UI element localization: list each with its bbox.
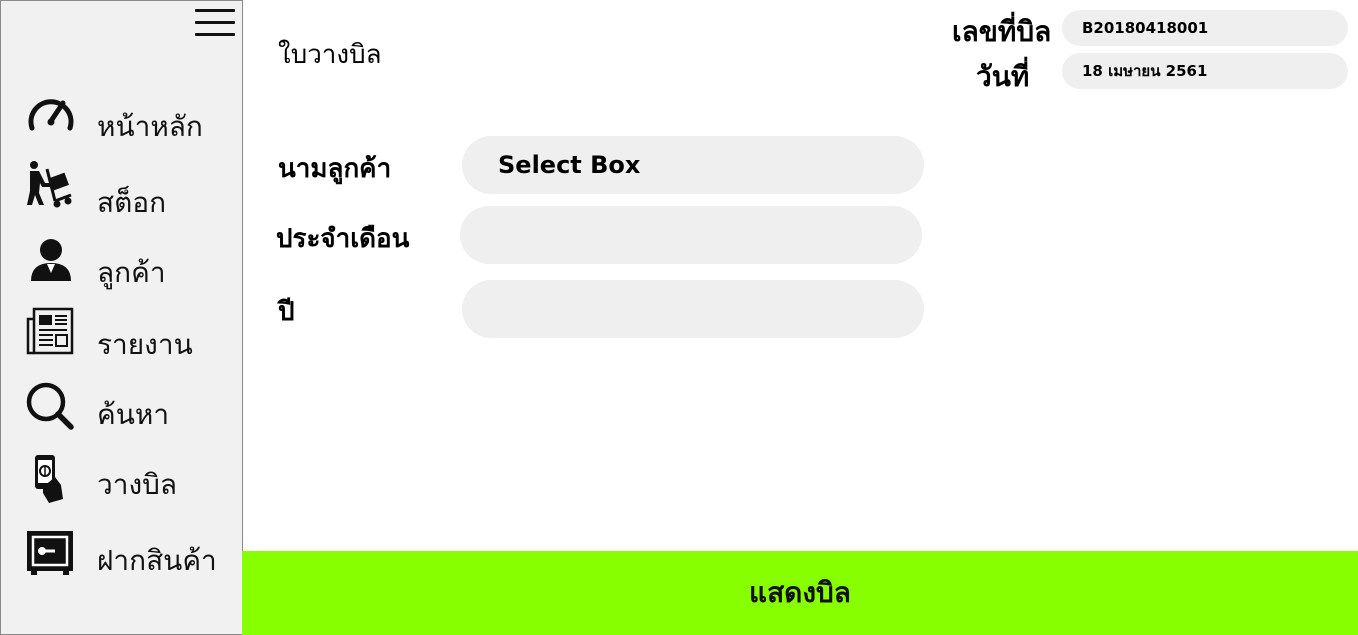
year-label: ปี [278, 297, 295, 327]
date-label: วันที่ [976, 60, 1030, 93]
newspaper-icon [26, 307, 74, 355]
hand-truck-icon [27, 161, 72, 208]
sidebar-item-label: ค้นหา [97, 398, 170, 431]
sidebar-item-reports[interactable]: รายงาน [25, 307, 235, 367]
sidebar-item-stock[interactable]: สต็อก [25, 161, 235, 221]
hand-money-icon [35, 455, 63, 503]
month-field[interactable] [460, 206, 922, 264]
sidebar-item-deposit[interactable]: ฝากสินค้า [25, 529, 235, 589]
date-field[interactable] [1062, 53, 1348, 89]
sidebar: หน้าหลัก สต็อก ลูกค้า รายงาน ค้นหา วางบิ… [0, 0, 243, 635]
sidebar-item-label: หน้าหลัก [97, 110, 203, 143]
search-icon [26, 382, 74, 430]
speedometer-icon [28, 99, 74, 131]
customer-icon [31, 239, 71, 281]
sidebar-item-search[interactable]: ค้นหา [25, 381, 235, 441]
sidebar-item-billing[interactable]: วางบิล [25, 453, 235, 513]
safe-icon [27, 531, 73, 575]
year-field[interactable] [462, 280, 924, 338]
bill-number-label: เลขที่บิล [952, 15, 1052, 48]
customer-select[interactable]: Select Box [462, 136, 924, 194]
show-bill-button[interactable]: แสดงบิล [242, 551, 1358, 635]
month-label: ประจำเดือน [276, 224, 410, 254]
sidebar-item-label: รายงาน [97, 328, 193, 361]
sidebar-item-label: ลูกค้า [97, 256, 166, 289]
hamburger-menu-icon[interactable] [193, 7, 237, 39]
customer-name-label: นามลูกค้า [278, 154, 392, 184]
sidebar-item-label: สต็อก [97, 186, 167, 219]
bill-number-field[interactable] [1062, 10, 1348, 46]
sidebar-item-customers[interactable]: ลูกค้า [25, 235, 235, 295]
sidebar-item-label: ฝากสินค้า [97, 544, 217, 577]
sidebar-item-home[interactable]: หน้าหลัก [25, 91, 235, 151]
page-title: ใบวางบิล [278, 40, 382, 70]
sidebar-item-label: วางบิล [97, 468, 178, 501]
